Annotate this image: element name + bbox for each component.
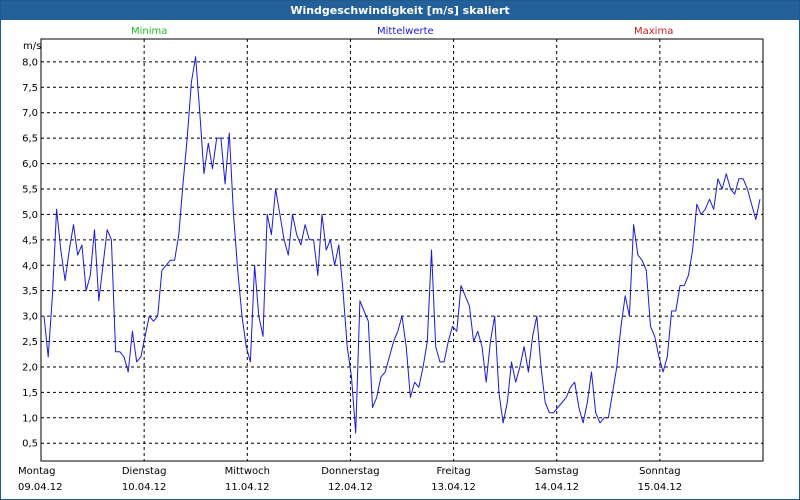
x-axis-weekday: Samstag <box>534 466 579 477</box>
x-axis-day-label: Freitag 13.04.12 <box>414 466 494 494</box>
line-chart: 0,5 1,0 1,5 2,0 2,5 3,0 3,5 4,0 4,5 5,0 5,5 6,0 6,5 7… <box>22 38 764 462</box>
y-tick-label: 6,0 <box>22 159 38 170</box>
x-axis-day-label: Samstag 14.04.12 <box>517 466 597 494</box>
y-tick-label: 5,5 <box>22 184 38 195</box>
x-axis-day-label: Mittwoch 11.04.12 <box>207 466 287 494</box>
y-tick-label: 0,5 <box>22 439 38 450</box>
y-tick-label: 6,5 <box>22 134 38 145</box>
x-axis-day-label: Sonntag 15.04.12 <box>620 466 700 494</box>
y-tick-label: 2,5 <box>22 337 38 348</box>
x-axis-day-label: Montag 09.04.12 <box>18 466 98 494</box>
x-axis-weekday: Sonntag <box>639 466 681 477</box>
x-axis-weekday: Mittwoch <box>224 466 270 477</box>
y-tick-label: 7,0 <box>22 108 38 119</box>
y-tick-label: 5,0 <box>22 210 38 221</box>
y-tick-label: 1,0 <box>22 413 38 424</box>
y-tick-label: 4,0 <box>22 261 38 272</box>
y-tick-label: 1,5 <box>22 388 38 399</box>
y-tick-label: 3,0 <box>22 312 38 323</box>
x-axis-day-label: Donnerstag 12.04.12 <box>310 466 390 494</box>
series-line-mittelwerte <box>43 56 761 434</box>
x-axis-weekday: Freitag <box>436 466 471 477</box>
plot-area-border <box>40 38 764 462</box>
y-tick-label: 7,5 <box>22 83 38 94</box>
x-axis-date: 13.04.12 <box>431 482 476 493</box>
x-axis-weekday: Montag <box>18 466 56 477</box>
x-axis-date: 11.04.12 <box>225 482 270 493</box>
x-axis-weekday: Dienstag <box>121 466 167 477</box>
x-axis-date: 14.04.12 <box>534 482 579 493</box>
x-axis-date: 12.04.12 <box>328 482 373 493</box>
x-axis-weekday: Donnerstag <box>321 466 380 477</box>
y-tick-label: 2,0 <box>22 362 38 373</box>
y-tick-label: 4,5 <box>22 235 38 246</box>
x-axis-date: 09.04.12 <box>18 482 63 493</box>
x-axis-date: 15.04.12 <box>637 482 683 493</box>
x-axis-day-label: Dienstag 10.04.12 <box>104 466 184 494</box>
y-tick-label: 3,5 <box>22 286 38 297</box>
x-axis-date: 10.04.12 <box>121 482 167 493</box>
y-tick-label: 8,0 <box>22 57 38 68</box>
